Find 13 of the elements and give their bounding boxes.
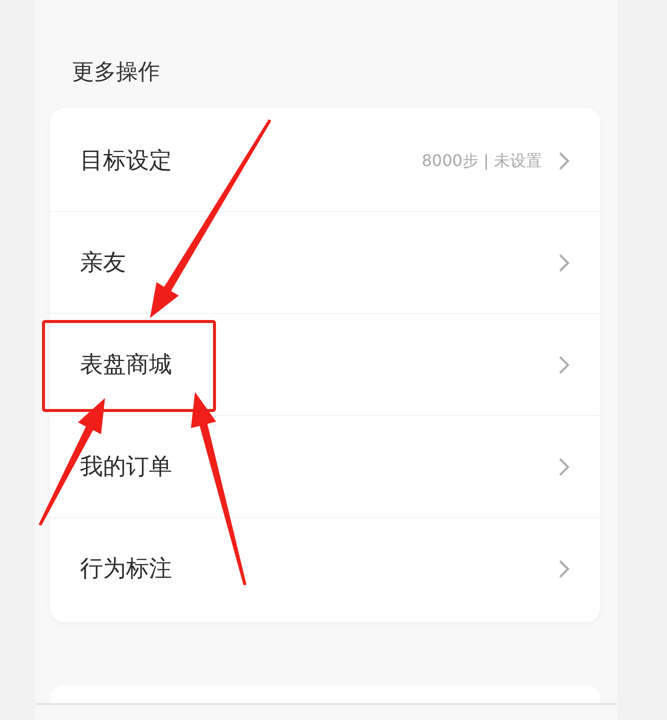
item-label: 行为标注 (80, 555, 172, 584)
chevron-right-icon (558, 456, 570, 476)
item-label: 亲友 (80, 248, 126, 278)
item-label: 我的订单 (80, 452, 172, 482)
chevron-right-icon (558, 354, 570, 374)
item-label: 表盘商城 (80, 350, 172, 380)
menu-item[interactable]: 行为标注 (50, 518, 600, 620)
chevron-right-icon (558, 150, 570, 170)
item-label: 目标设定 (80, 146, 172, 176)
chevron-right-icon (558, 559, 570, 579)
section-title: 更多操作 (72, 59, 160, 87)
chevron-right-icon (558, 252, 570, 272)
item-value: 8000步 | 未设置 (422, 150, 542, 172)
